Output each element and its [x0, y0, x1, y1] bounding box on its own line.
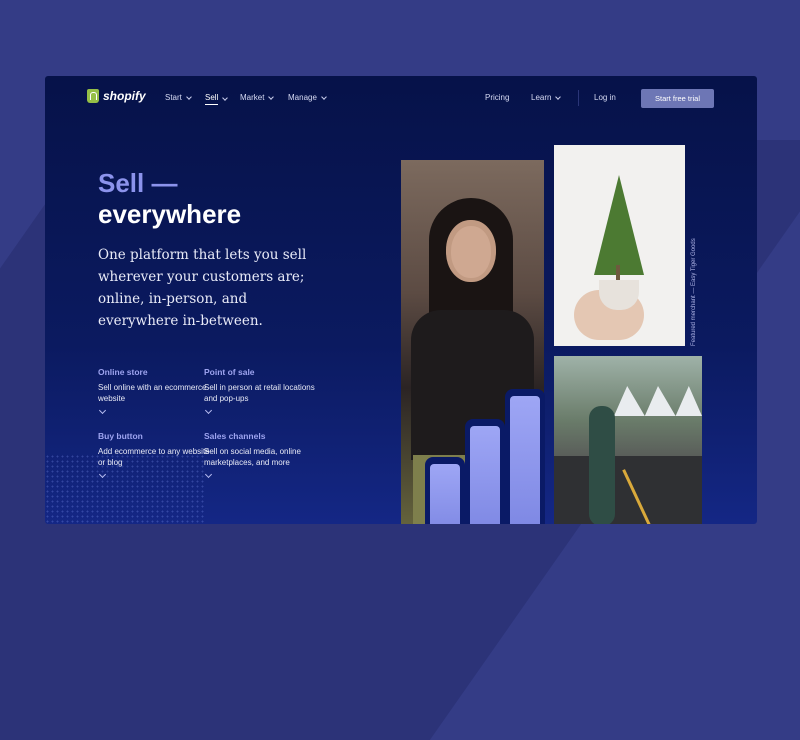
nav-item-label: Log in — [594, 93, 616, 102]
tree-shape — [594, 175, 644, 275]
growth-bars — [425, 389, 552, 524]
feature-point-of-sale[interactable]: Point of sale Sell in person at retail l… — [204, 367, 324, 415]
nav-item-market[interactable]: Market — [240, 93, 275, 102]
chevron-down-icon — [555, 93, 562, 100]
nav-item-label: Sell — [205, 93, 219, 105]
brand-name: shopify — [103, 89, 146, 103]
tagline: One platform that lets you sell wherever… — [98, 247, 307, 329]
login-link[interactable]: Log in — [594, 93, 616, 102]
chevron-down-icon[interactable] — [204, 406, 213, 415]
chevron-down-icon — [268, 93, 275, 100]
hero-card: shopify Start Sell Market Manage Pricing… — [45, 76, 757, 524]
heading-main: everywhere — [98, 199, 242, 229]
feature-title: Online store — [98, 367, 148, 377]
nav-item-manage[interactable]: Manage — [288, 93, 327, 102]
street-market-photo — [554, 356, 702, 524]
chevron-down-icon — [186, 93, 192, 100]
chevron-down-icon[interactable] — [98, 406, 107, 415]
growth-bar — [470, 426, 500, 524]
shopping-bag-icon — [87, 89, 99, 103]
shopify-logo[interactable]: shopify — [87, 89, 146, 103]
plant-photo — [554, 145, 685, 346]
feature-description: Sell in person at retail locations and p… — [204, 383, 315, 403]
nav-item-start[interactable]: Start — [165, 93, 192, 102]
chevron-down-icon — [222, 95, 229, 101]
person-shape — [589, 406, 615, 524]
nav-item-learn[interactable]: Learn — [531, 93, 562, 102]
feature-description: Sell online with an ecommerce website — [98, 383, 207, 403]
start-free-trial-button[interactable]: Start free trial — [641, 89, 714, 108]
feature-buy-button[interactable]: Buy button Add ecommerce to any website … — [98, 431, 218, 479]
road-shape — [554, 456, 702, 524]
feature-online-store[interactable]: Online store Sell online with an ecommer… — [98, 367, 218, 415]
tents-shape — [614, 386, 702, 416]
top-nav: shopify Start Sell Market Manage Pricing… — [45, 76, 757, 120]
chevron-down-icon[interactable] — [204, 470, 213, 479]
nav-item-label: Start — [165, 93, 182, 102]
feature-description: Sell on social media, online marketplace… — [204, 447, 301, 467]
page-title: Sell — everywhere — [98, 168, 241, 230]
feature-description: Add ecommerce to any website or blog — [98, 447, 210, 467]
growth-bar — [430, 464, 460, 524]
photo-caption: Featured merchant — Easy Tiger Goods — [691, 238, 697, 346]
nav-item-label: Learn — [531, 93, 552, 102]
nav-item-label: Pricing — [485, 93, 510, 102]
nav-item-label: Manage — [288, 93, 317, 102]
chevron-down-icon — [321, 93, 327, 100]
feature-title: Point of sale — [204, 367, 255, 377]
feature-title: Sales channels — [204, 431, 266, 441]
nav-link-pricing[interactable]: Pricing — [485, 93, 509, 102]
nav-item-label: Market — [240, 93, 265, 102]
feature-title: Buy button — [98, 431, 143, 441]
heading-accent: Sell — — [98, 168, 178, 198]
feature-sales-channels[interactable]: Sales channels Sell on social media, onl… — [204, 431, 324, 479]
growth-bar — [510, 396, 540, 524]
nav-item-sell[interactable]: Sell — [205, 93, 229, 105]
chevron-down-icon[interactable] — [98, 470, 107, 479]
face-highlight — [451, 226, 491, 278]
nav-divider — [578, 90, 579, 106]
